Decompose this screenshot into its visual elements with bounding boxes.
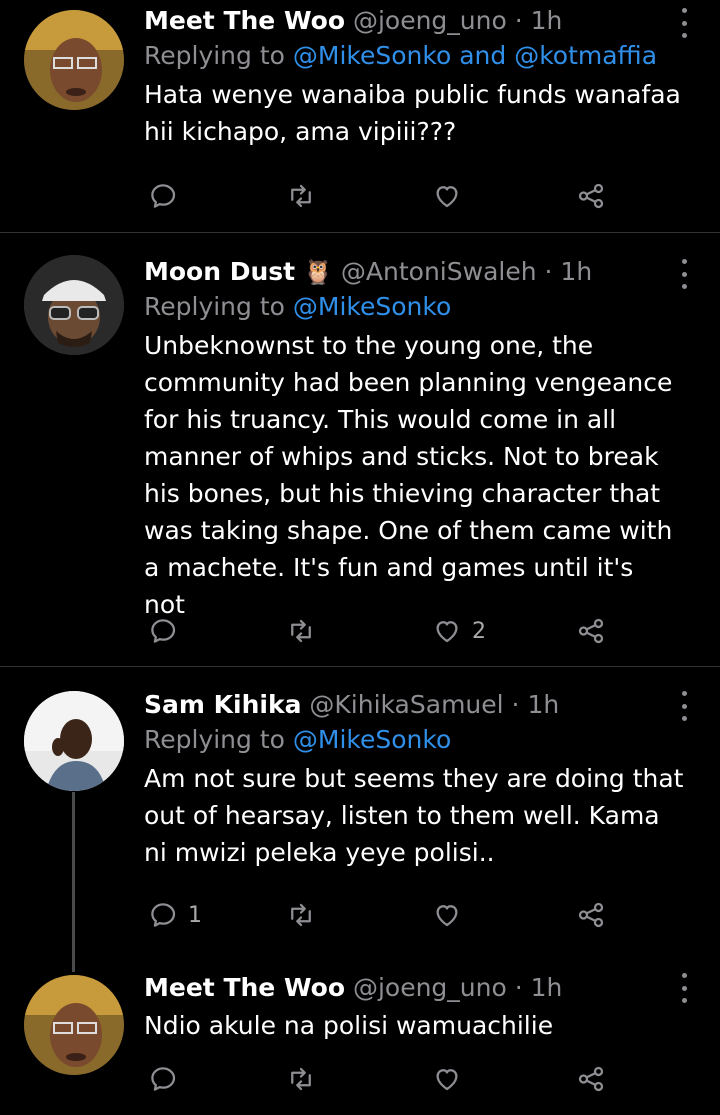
avatar-image <box>24 691 124 791</box>
handle[interactable]: @AntoniSwaleh <box>341 257 537 286</box>
tweet-header: Sam Kihika @KihikaSamuel · 1h <box>144 688 684 722</box>
tweet-actions <box>144 178 624 214</box>
timestamp: 1h <box>530 973 563 1002</box>
reply-button[interactable] <box>148 613 188 649</box>
retweet-icon <box>291 619 311 643</box>
more-options-icon[interactable] <box>674 259 694 289</box>
handle[interactable]: @KihikaSamuel <box>309 690 503 719</box>
display-name[interactable]: Meet The Woo <box>144 6 345 35</box>
share-icon <box>578 902 604 928</box>
handle[interactable]: @joeng_uno <box>353 973 507 1002</box>
share-icon <box>578 183 604 209</box>
heart-icon <box>436 186 458 208</box>
like-button[interactable] <box>432 1061 472 1097</box>
timestamp: 1h <box>560 257 593 286</box>
tweet-4[interactable]: Meet The Woo @joeng_uno · 1h Ndio akule … <box>0 967 720 1115</box>
avatar[interactable] <box>24 691 124 791</box>
tweet-text: Hata wenye wanaiba public funds wanafaa … <box>144 80 681 146</box>
tweet-1[interactable]: Meet The Woo @joeng_uno · 1h Replying to… <box>0 0 720 232</box>
avatar[interactable] <box>24 10 124 110</box>
timestamp: 1h <box>527 690 560 719</box>
avatar-image <box>24 10 124 110</box>
more-options-icon[interactable] <box>674 973 694 1003</box>
reply-icon <box>151 1067 176 1091</box>
tweet-text: Unbeknownst to the young one, the commun… <box>144 331 673 619</box>
tweet-header: Meet The Woo @joeng_uno · 1h <box>144 971 684 1005</box>
share-icon <box>578 1066 604 1092</box>
reply-button[interactable] <box>148 1061 188 1097</box>
heart-icon <box>436 905 458 927</box>
tweet-3[interactable]: Sam Kihika @KihikaSamuel · 1h Replying t… <box>0 667 720 967</box>
reply-icon <box>151 184 176 208</box>
avatar-image <box>24 255 124 355</box>
reply-button[interactable] <box>148 178 188 214</box>
tweet-2[interactable]: Moon Dust 🦉 @AntoniSwaleh · 1h Replying … <box>0 233 720 666</box>
tweet-header: Meet The Woo @joeng_uno · 1h <box>144 4 684 38</box>
reply-icon <box>151 903 176 927</box>
tweet-actions <box>144 1061 624 1097</box>
retweet-icon <box>291 184 311 208</box>
replying-to: Replying to @MikeSonko <box>144 722 684 758</box>
display-name[interactable]: Sam Kihika <box>144 690 301 719</box>
mention-link[interactable]: @MikeSonko <box>293 725 451 754</box>
more-options-icon[interactable] <box>674 691 694 721</box>
reply-icon <box>151 619 176 643</box>
like-button[interactable]: 2 <box>432 613 486 649</box>
replying-prefix: Replying to <box>144 725 293 754</box>
replying-prefix: Replying to <box>144 41 293 70</box>
share-button[interactable] <box>576 1061 606 1097</box>
like-count: 2 <box>472 618 486 644</box>
reply-count: 1 <box>188 902 202 928</box>
handle[interactable]: @joeng_uno <box>353 6 507 35</box>
share-button[interactable] <box>576 613 606 649</box>
share-button[interactable] <box>576 178 606 214</box>
avatar-image <box>24 975 124 1075</box>
replying-prefix: Replying to <box>144 292 293 321</box>
avatar[interactable] <box>24 255 124 355</box>
like-button[interactable] <box>432 178 472 214</box>
display-name[interactable]: Meet The Woo <box>144 973 345 1002</box>
retweet-icon <box>291 903 311 927</box>
mention-link[interactable]: @MikeSonko and @kotmaffia <box>293 41 657 70</box>
retweet-button[interactable] <box>286 897 326 933</box>
separator: · <box>503 690 528 719</box>
tweet-actions: 1 <box>144 897 624 933</box>
separator: · <box>506 6 531 35</box>
replying-to: Replying to @MikeSonko <box>144 289 684 325</box>
avatar[interactable] <box>24 975 124 1075</box>
mention-link[interactable]: @MikeSonko <box>293 292 451 321</box>
tweet-text: Ndio akule na polisi wamuachilie <box>144 1011 554 1040</box>
more-options-icon[interactable] <box>674 8 694 38</box>
retweet-button[interactable] <box>286 613 326 649</box>
tweet-actions: 2 <box>144 613 624 649</box>
like-button[interactable] <box>432 897 472 933</box>
display-name[interactable]: Moon Dust <box>144 257 295 286</box>
timestamp: 1h <box>530 6 563 35</box>
owl-emoji: 🦉 <box>303 258 333 286</box>
retweet-icon <box>291 1067 311 1091</box>
retweet-button[interactable] <box>286 178 326 214</box>
replying-to: Replying to @MikeSonko and @kotmaffia <box>144 38 684 74</box>
tweet-header: Moon Dust 🦉 @AntoniSwaleh · 1h <box>144 255 684 289</box>
share-icon <box>578 618 604 644</box>
separator: · <box>536 257 561 286</box>
retweet-button[interactable] <box>286 1061 326 1097</box>
separator: · <box>506 973 531 1002</box>
tweet-text: Am not sure but seems they are doing tha… <box>144 764 684 867</box>
heart-icon <box>436 1069 458 1091</box>
heart-icon <box>436 621 458 643</box>
reply-button[interactable]: 1 <box>148 897 202 933</box>
share-button[interactable] <box>576 897 606 933</box>
